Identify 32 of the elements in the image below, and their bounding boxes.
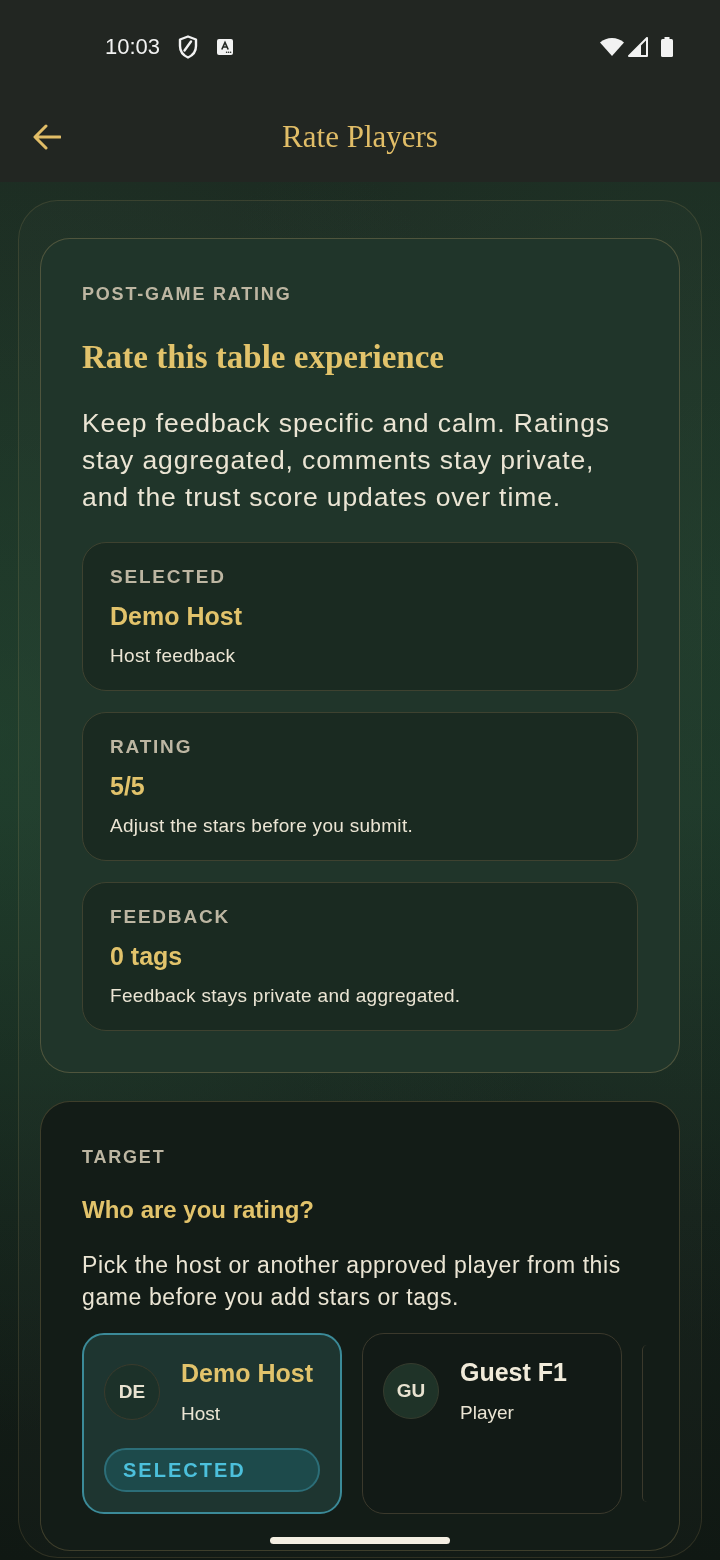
- stat-label: SELECTED: [110, 565, 227, 589]
- battery-icon: [661, 37, 673, 57]
- avatar-initials: DE: [104, 1364, 160, 1420]
- avatar-initials: GU: [383, 1363, 439, 1419]
- back-arrow-icon: [33, 124, 61, 150]
- section-label: POST-GAME RATING: [82, 283, 293, 306]
- screen-title: Rate Players: [282, 118, 438, 156]
- section-description: Pick the host or another approved player from this game before you add stars or tags.: [82, 1251, 622, 1312]
- selected-badge: SELECTED: [104, 1448, 320, 1492]
- section-title: Rate this table experience: [82, 338, 445, 377]
- signal-icon: [628, 37, 648, 57]
- player-card[interactable]: GU Guest F1 Player: [362, 1333, 622, 1514]
- section-label: TARGET: [82, 1146, 167, 1169]
- wifi-icon: [600, 38, 624, 56]
- stat-note: Feedback stays private and aggregated.: [110, 984, 462, 1008]
- section-description: Keep feedback specific and calm. Ratings stay aggregated, comments stay private, and the trust score updates over time.: [82, 407, 611, 514]
- player-role: Host: [181, 1402, 222, 1426]
- player-role: Player: [460, 1401, 515, 1425]
- notification-icon: [217, 39, 234, 55]
- stat-value: 0 tags: [110, 941, 184, 972]
- player-card[interactable]: DE Demo Host Host SELECTED: [82, 1333, 342, 1514]
- player-name: Guest F1: [460, 1357, 567, 1388]
- status-time: 10:03: [105, 34, 161, 60]
- shield-icon: [178, 35, 199, 59]
- player-name: Demo Host: [181, 1358, 313, 1389]
- stat-label: RATING: [110, 735, 194, 759]
- stat-note: Host feedback: [110, 644, 237, 668]
- stat-note: Adjust the stars before you submit.: [110, 814, 415, 838]
- stat-value: Demo Host: [110, 601, 243, 632]
- section-title: Who are you rating?: [82, 1195, 315, 1225]
- stat-label: FEEDBACK: [110, 905, 231, 929]
- stat-value: 5/5: [110, 771, 146, 802]
